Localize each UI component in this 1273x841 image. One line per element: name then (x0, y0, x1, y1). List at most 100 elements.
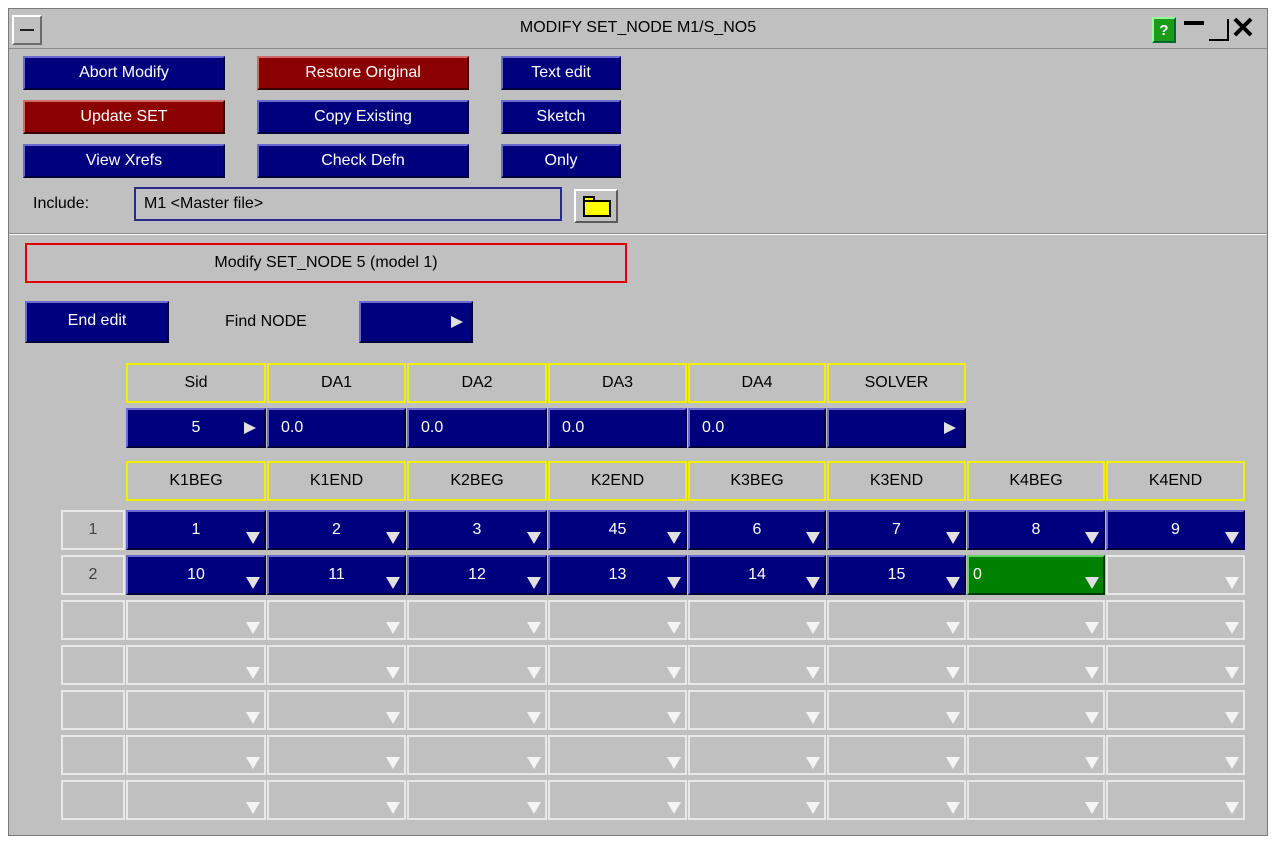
dropdown-arrow-icon[interactable] (1085, 577, 1099, 589)
dropdown-arrow-icon[interactable] (1085, 532, 1099, 544)
dropdown-arrow-icon[interactable] (1225, 712, 1239, 724)
dropdown-arrow-icon[interactable] (946, 532, 960, 544)
table-cell[interactable]: 12 (407, 555, 547, 595)
abort-modify-button[interactable]: Abort Modify (23, 56, 225, 90)
dropdown-arrow-icon[interactable] (667, 757, 681, 769)
dropdown-arrow-icon[interactable] (667, 802, 681, 814)
dropdown-arrow-icon[interactable] (667, 667, 681, 679)
dropdown-arrow-icon[interactable] (667, 532, 681, 544)
minimize-button[interactable] (1181, 17, 1207, 43)
table-cell[interactable]: 14 (688, 555, 826, 595)
table-cell[interactable]: 11 (267, 555, 406, 595)
table-cell[interactable] (407, 690, 547, 730)
table-cell[interactable] (548, 735, 687, 775)
arrow-right-icon[interactable] (244, 422, 256, 434)
table-cell[interactable] (267, 780, 406, 820)
dropdown-arrow-icon[interactable] (386, 757, 400, 769)
dropdown-arrow-icon[interactable] (806, 757, 820, 769)
table-cell[interactable]: 15 (827, 555, 966, 595)
table-cell[interactable] (688, 780, 826, 820)
only-button[interactable]: Only (501, 144, 621, 178)
close-button[interactable]: ✕ (1230, 14, 1256, 44)
dropdown-arrow-icon[interactable] (806, 712, 820, 724)
maximize-button[interactable] (1205, 17, 1231, 43)
dropdown-arrow-icon[interactable] (527, 802, 541, 814)
dropdown-arrow-icon[interactable] (246, 622, 260, 634)
table-cell[interactable]: 9 (1106, 510, 1245, 550)
dropdown-arrow-icon[interactable] (1225, 577, 1239, 589)
field-value-cell[interactable]: 0.0 (548, 408, 687, 448)
field-value-cell[interactable]: 0.0 (407, 408, 547, 448)
dropdown-arrow-icon[interactable] (386, 667, 400, 679)
table-cell[interactable]: 3 (407, 510, 547, 550)
dropdown-arrow-icon[interactable] (386, 622, 400, 634)
table-cell[interactable]: 1 (126, 510, 266, 550)
view-xrefs-button[interactable]: View Xrefs (23, 144, 225, 178)
dropdown-arrow-icon[interactable] (246, 667, 260, 679)
browse-folder-button[interactable] (574, 189, 618, 223)
table-cell[interactable]: 0 (967, 555, 1105, 595)
dropdown-arrow-icon[interactable] (806, 577, 820, 589)
table-cell[interactable] (1106, 600, 1245, 640)
field-value-cell[interactable] (827, 408, 966, 448)
table-cell[interactable] (827, 735, 966, 775)
table-cell[interactable] (827, 780, 966, 820)
dropdown-arrow-icon[interactable] (246, 757, 260, 769)
dropdown-arrow-icon[interactable] (386, 802, 400, 814)
dropdown-arrow-icon[interactable] (667, 622, 681, 634)
copy-existing-button[interactable]: Copy Existing (257, 100, 469, 134)
table-cell[interactable] (967, 690, 1105, 730)
table-cell[interactable] (827, 645, 966, 685)
restore-original-button[interactable]: Restore Original (257, 56, 469, 90)
table-cell[interactable] (548, 780, 687, 820)
arrow-right-icon[interactable] (944, 422, 956, 434)
dropdown-arrow-icon[interactable] (806, 667, 820, 679)
dropdown-arrow-icon[interactable] (1225, 757, 1239, 769)
dropdown-arrow-icon[interactable] (1085, 667, 1099, 679)
dropdown-arrow-icon[interactable] (386, 712, 400, 724)
dropdown-arrow-icon[interactable] (1225, 667, 1239, 679)
table-cell[interactable] (1106, 780, 1245, 820)
dropdown-arrow-icon[interactable] (1085, 802, 1099, 814)
dropdown-arrow-icon[interactable] (527, 667, 541, 679)
dropdown-arrow-icon[interactable] (667, 577, 681, 589)
dropdown-arrow-icon[interactable] (1225, 622, 1239, 634)
end-edit-button[interactable]: End edit (25, 301, 169, 343)
table-cell[interactable] (827, 690, 966, 730)
table-cell[interactable] (967, 780, 1105, 820)
update-set-button[interactable]: Update SET (23, 100, 225, 134)
dropdown-arrow-icon[interactable] (527, 757, 541, 769)
dropdown-arrow-icon[interactable] (246, 712, 260, 724)
table-cell[interactable]: 10 (126, 555, 266, 595)
include-field[interactable]: M1 <Master file> (134, 187, 562, 221)
table-cell[interactable] (267, 735, 406, 775)
table-cell[interactable] (548, 645, 687, 685)
table-cell[interactable] (1106, 555, 1245, 595)
table-cell[interactable] (548, 600, 687, 640)
table-cell[interactable] (126, 735, 266, 775)
table-cell[interactable]: 2 (267, 510, 406, 550)
dropdown-arrow-icon[interactable] (246, 532, 260, 544)
dropdown-arrow-icon[interactable] (246, 802, 260, 814)
table-cell[interactable] (1106, 735, 1245, 775)
table-cell[interactable] (126, 645, 266, 685)
dropdown-arrow-icon[interactable] (667, 712, 681, 724)
dropdown-arrow-icon[interactable] (946, 712, 960, 724)
table-cell[interactable]: 8 (967, 510, 1105, 550)
dropdown-arrow-icon[interactable] (1085, 622, 1099, 634)
table-cell[interactable] (267, 600, 406, 640)
dropdown-arrow-icon[interactable] (946, 667, 960, 679)
table-cell[interactable] (967, 600, 1105, 640)
table-cell[interactable] (967, 735, 1105, 775)
help-button[interactable]: ? (1152, 17, 1176, 43)
table-cell[interactable] (967, 645, 1105, 685)
dropdown-arrow-icon[interactable] (946, 577, 960, 589)
dropdown-arrow-icon[interactable] (806, 532, 820, 544)
sketch-button[interactable]: Sketch (501, 100, 621, 134)
table-cell[interactable] (548, 690, 687, 730)
dropdown-arrow-icon[interactable] (1085, 712, 1099, 724)
find-node-select[interactable] (359, 301, 473, 343)
text-edit-button[interactable]: Text edit (501, 56, 621, 90)
table-cell[interactable] (407, 735, 547, 775)
dropdown-arrow-icon[interactable] (946, 802, 960, 814)
